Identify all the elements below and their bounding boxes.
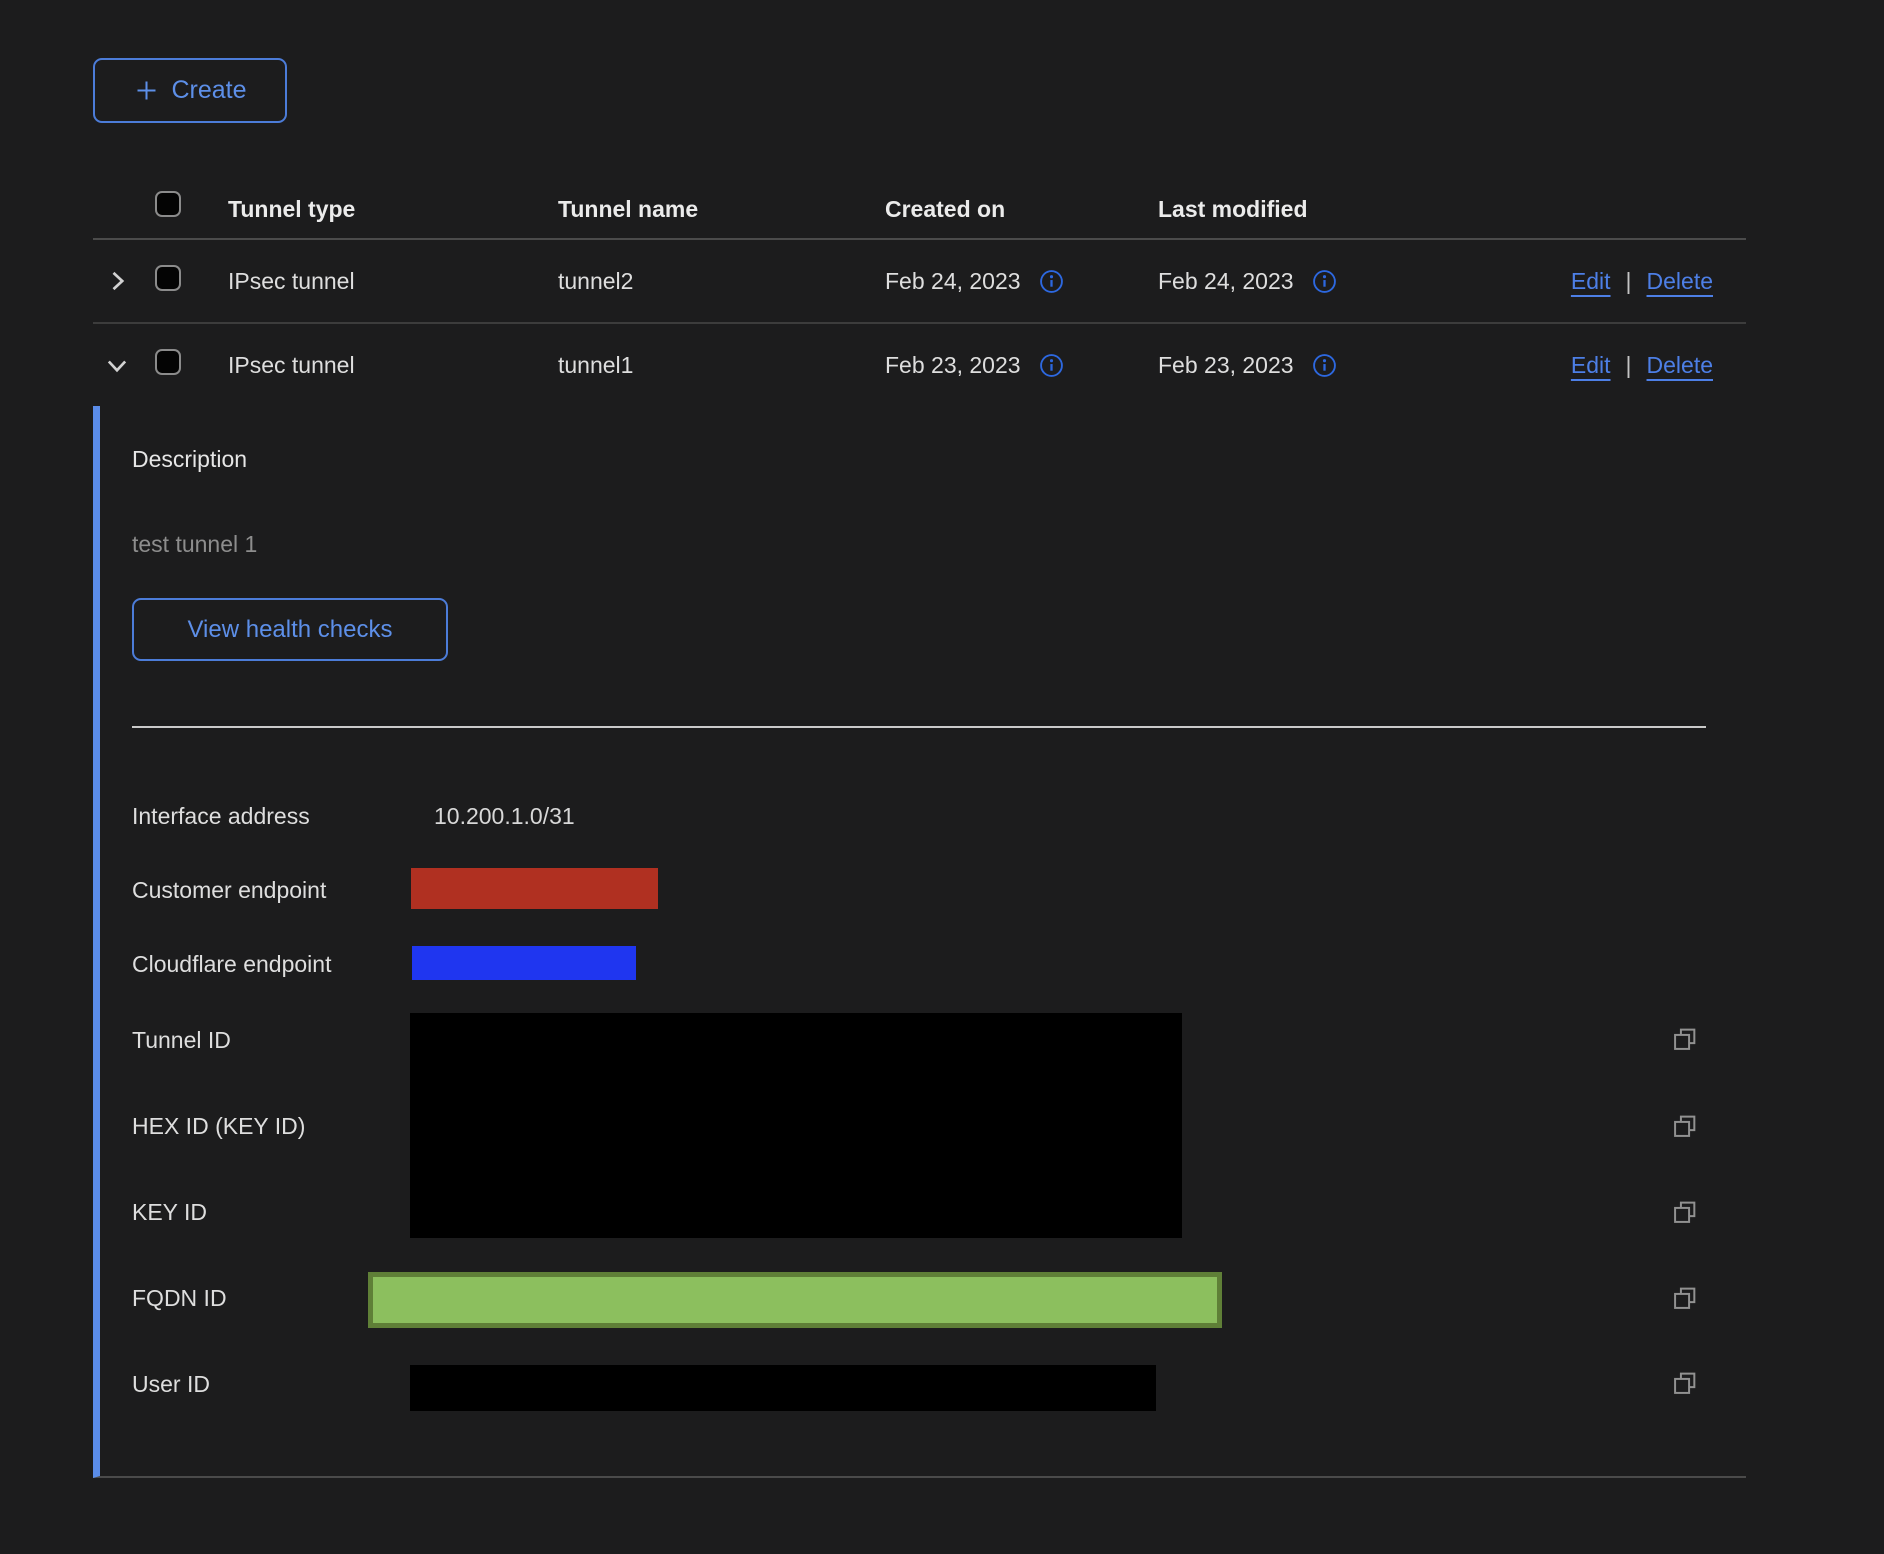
tunnel-id-label: Tunnel ID: [132, 1027, 231, 1054]
info-icon[interactable]: [1039, 269, 1064, 294]
delete-link[interactable]: Delete: [1647, 352, 1713, 379]
cloudflare-endpoint-redaction: [412, 946, 636, 980]
view-health-checks-label: View health checks: [187, 616, 392, 644]
view-health-checks-button[interactable]: View health checks: [132, 598, 448, 661]
chevron-down-icon[interactable]: [103, 351, 131, 379]
chevron-right-icon[interactable]: [103, 267, 131, 295]
delete-link[interactable]: Delete: [1647, 268, 1713, 295]
user-id-redaction: [410, 1365, 1156, 1411]
tunnel-type-cell: IPsec tunnel: [213, 268, 543, 295]
info-icon[interactable]: [1312, 269, 1337, 294]
customer-endpoint-label: Customer endpoint: [132, 877, 326, 904]
table-row: IPsec tunnel tunnel2 Feb 24, 2023 Feb 24…: [93, 240, 1746, 324]
hex-id-label: HEX ID (KEY ID): [132, 1113, 305, 1140]
user-id-label: User ID: [132, 1371, 210, 1398]
description-value: test tunnel 1: [132, 531, 257, 558]
cloudflare-endpoint-label: Cloudflare endpoint: [132, 951, 331, 978]
description-label: Description: [132, 446, 247, 473]
last-modified-cell: Feb 23, 2023: [1143, 352, 1571, 379]
last-modified-date: Feb 23, 2023: [1158, 352, 1294, 379]
id-values-redaction: [410, 1013, 1182, 1238]
actions-separator: |: [1626, 352, 1632, 379]
select-row-checkbox[interactable]: [155, 349, 181, 375]
copy-icon[interactable]: [1671, 1369, 1699, 1397]
tunnel-details-panel: Description test tunnel 1 View health ch…: [93, 406, 1746, 1478]
customer-endpoint-redaction: [411, 868, 658, 909]
create-button-label: Create: [171, 76, 246, 105]
actions-separator: |: [1626, 268, 1632, 295]
select-all-checkbox[interactable]: [155, 191, 181, 217]
column-header-tunnel-name: Tunnel name: [543, 196, 870, 223]
section-divider: [132, 726, 1706, 728]
copy-icon[interactable]: [1671, 1198, 1699, 1226]
edit-link[interactable]: Edit: [1571, 268, 1611, 295]
fqdn-id-label: FQDN ID: [132, 1285, 227, 1312]
copy-icon[interactable]: [1671, 1284, 1699, 1312]
table-header-row: Tunnel type Tunnel name Created on Last …: [93, 150, 1746, 240]
created-on-date: Feb 23, 2023: [885, 352, 1021, 379]
copy-icon[interactable]: [1671, 1112, 1699, 1140]
plus-icon: [133, 77, 160, 104]
info-icon[interactable]: [1312, 353, 1337, 378]
column-header-tunnel-type: Tunnel type: [213, 196, 543, 223]
info-icon[interactable]: [1039, 353, 1064, 378]
row-actions: Edit | Delete: [1571, 268, 1746, 295]
tunnel-table: Tunnel type Tunnel name Created on Last …: [93, 150, 1746, 1478]
select-row-checkbox[interactable]: [155, 265, 181, 291]
column-header-created-on: Created on: [870, 196, 1143, 223]
table-row: IPsec tunnel tunnel1 Feb 23, 2023 Feb 23…: [93, 324, 1746, 406]
copy-icon[interactable]: [1671, 1025, 1699, 1053]
last-modified-date: Feb 24, 2023: [1158, 268, 1294, 295]
fqdn-id-redaction: [368, 1272, 1222, 1328]
row-actions: Edit | Delete: [1571, 352, 1746, 379]
last-modified-cell: Feb 24, 2023: [1143, 268, 1571, 295]
create-button[interactable]: Create: [93, 58, 287, 123]
created-on-cell: Feb 23, 2023: [870, 352, 1143, 379]
tunnel-name-cell: tunnel2: [543, 268, 870, 295]
edit-link[interactable]: Edit: [1571, 352, 1611, 379]
interface-address-value: 10.200.1.0/31: [434, 803, 575, 830]
column-header-last-modified: Last modified: [1143, 196, 1746, 223]
created-on-cell: Feb 24, 2023: [870, 268, 1143, 295]
tunnel-type-cell: IPsec tunnel: [213, 352, 543, 379]
key-id-label: KEY ID: [132, 1199, 207, 1226]
tunnel-name-cell: tunnel1: [543, 352, 870, 379]
created-on-date: Feb 24, 2023: [885, 268, 1021, 295]
interface-address-label: Interface address: [132, 803, 310, 830]
